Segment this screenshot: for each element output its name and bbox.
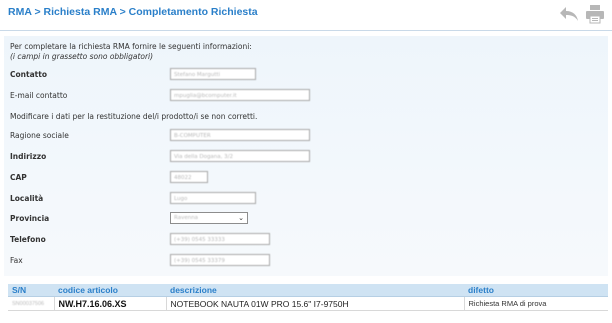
row-fax: Fax (+39) 0545 33379 bbox=[10, 253, 270, 267]
difetto-cell: Richiesta RMA di prova bbox=[464, 296, 608, 311]
breadcrumb-richiesta-rma[interactable]: Richiesta RMA bbox=[44, 6, 117, 18]
intro-text: Per completare la richiesta RMA fornire … bbox=[10, 42, 252, 62]
header-difetto: difetto bbox=[464, 284, 608, 297]
chevron-down-icon: ⌄ bbox=[238, 214, 244, 222]
contatto-label: Contatto bbox=[10, 69, 47, 79]
header-sn: S/N bbox=[8, 284, 54, 297]
telefono-field[interactable]: (+39) 0545 33333 bbox=[170, 233, 270, 245]
intro-hint: (i campi in grassetto sono obbligatori) bbox=[10, 52, 154, 61]
back-arrow-icon[interactable] bbox=[558, 4, 580, 24]
header-codice-articolo: codice articolo bbox=[54, 284, 166, 297]
table-row: SN00037506 NW.H7.16.06.XS NOTEBOOK NAUTA… bbox=[8, 296, 608, 311]
ragione-sociale-label: Ragione sociale bbox=[10, 130, 69, 140]
breadcrumb-rma[interactable]: RMA bbox=[8, 6, 32, 18]
row-cap: CAP 48022 bbox=[10, 170, 208, 184]
row-provincia: Provincia Ravenna ⌄ bbox=[10, 211, 248, 225]
provincia-value: Ravenna bbox=[174, 215, 199, 221]
items-table: S/N codice articolo descrizione difetto … bbox=[8, 284, 608, 311]
header-descrizione: descrizione bbox=[166, 284, 464, 297]
codice-cell: NW.H7.16.06.XS bbox=[54, 296, 167, 311]
fax-field[interactable]: (+39) 0545 33379 bbox=[170, 254, 270, 266]
contatto-field[interactable]: Stefano Margutti bbox=[170, 68, 256, 80]
ragione-sociale-field[interactable]: B-COMPUTER bbox=[170, 129, 310, 141]
breadcrumb-completamento: Completamento Richiesta bbox=[128, 6, 258, 18]
row-localita: Località Lugo bbox=[10, 191, 256, 205]
indirizzo-field[interactable]: Via della Dogana, 3/2 bbox=[170, 150, 310, 162]
email-field[interactable]: mpuglia@bcomputer.it bbox=[170, 89, 310, 101]
row-indirizzo: Indirizzo Via della Dogana, 3/2 bbox=[10, 149, 310, 163]
sn-cell: SN00037506 bbox=[8, 296, 55, 311]
provincia-label: Provincia bbox=[10, 213, 50, 223]
intro-instructions: Per completare la richiesta RMA fornire … bbox=[10, 42, 252, 51]
provincia-select[interactable]: Ravenna ⌄ bbox=[170, 212, 248, 224]
email-label: E-mail contatto bbox=[10, 90, 68, 100]
telefono-label: Telefono bbox=[10, 234, 46, 244]
localita-field[interactable]: Lugo bbox=[170, 192, 256, 204]
row-telefono: Telefono (+39) 0545 33333 bbox=[10, 232, 270, 246]
breadcrumb: RMA > Richiesta RMA > Completamento Rich… bbox=[8, 6, 258, 18]
breadcrumb-separator: > bbox=[119, 6, 126, 18]
cap-label: CAP bbox=[10, 172, 27, 182]
row-contatto: Contatto Stefano Margutti bbox=[10, 67, 256, 81]
indirizzo-label: Indirizzo bbox=[10, 151, 47, 161]
fax-label: Fax bbox=[10, 255, 23, 265]
descrizione-cell: NOTEBOOK NAUTA 01W PRO 15.6" I7-9750H bbox=[166, 296, 465, 311]
row-email: E-mail contatto mpuglia@bcomputer.it bbox=[10, 88, 310, 102]
header-actions bbox=[558, 4, 606, 24]
printer-icon[interactable] bbox=[584, 4, 606, 24]
modify-note: Modificare i dati per la restituzione de… bbox=[10, 112, 258, 121]
table-header-row: S/N codice articolo descrizione difetto bbox=[8, 284, 608, 297]
localita-label: Località bbox=[10, 193, 44, 203]
breadcrumb-separator: > bbox=[34, 6, 41, 18]
row-ragione-sociale: Ragione sociale B-COMPUTER bbox=[10, 128, 310, 142]
header-divider bbox=[0, 30, 612, 31]
cap-field[interactable]: 48022 bbox=[170, 171, 208, 183]
